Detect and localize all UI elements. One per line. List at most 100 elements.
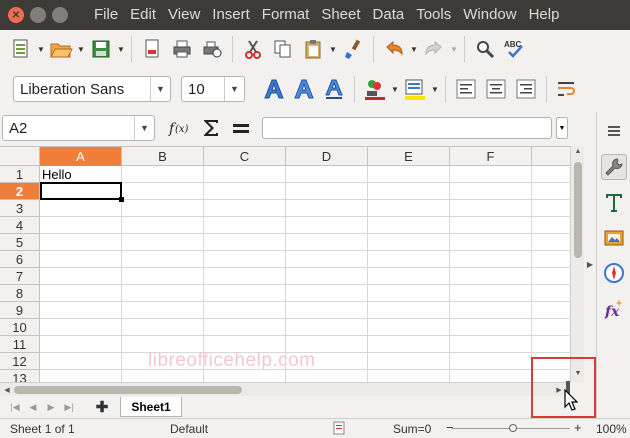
font-name-box[interactable]: Liberation Sans ▼ (13, 76, 171, 102)
next-sheet-button[interactable]: ▶ (42, 398, 60, 416)
horizontal-scroll-thumb[interactable] (14, 386, 242, 394)
row-header-12[interactable]: 12 (0, 353, 40, 370)
menu-data[interactable]: Data (367, 0, 411, 30)
bold-button[interactable] (260, 75, 288, 103)
menu-sheet[interactable]: Sheet (315, 0, 366, 30)
chevron-down-icon[interactable]: ▼ (134, 116, 154, 140)
menu-help[interactable]: Help (523, 0, 566, 30)
sum-readout[interactable]: Sum=0 (393, 422, 431, 436)
menu-view[interactable]: View (162, 0, 206, 30)
print-preview-button[interactable] (198, 35, 226, 63)
sidebar-properties-button[interactable] (601, 154, 627, 180)
row-header-9[interactable]: 9 (0, 302, 40, 319)
vertical-scrollbar[interactable]: ▲ ▼ (570, 146, 584, 382)
sheet-tab[interactable]: Sheet1 (120, 397, 182, 417)
select-all-corner[interactable] (0, 147, 40, 166)
row-header-5[interactable]: 5 (0, 234, 40, 251)
column-header-a[interactable]: A (40, 147, 122, 166)
save-dropdown[interactable]: ▼ (116, 35, 126, 63)
autofill-handle[interactable] (119, 197, 124, 202)
sum-button[interactable] (197, 114, 225, 142)
scroll-left-icon[interactable]: ◀ (0, 386, 14, 394)
row-header-8[interactable]: 8 (0, 285, 40, 302)
column-header-e[interactable]: E (368, 147, 450, 166)
column-header-d[interactable]: D (286, 147, 368, 166)
undo-button[interactable] (380, 35, 408, 63)
font-color-button[interactable] (361, 75, 389, 103)
spelling-button[interactable]: ABC (501, 35, 529, 63)
close-window-button[interactable]: ✕ (8, 7, 24, 23)
paste-button[interactable] (299, 35, 327, 63)
previous-sheet-button[interactable]: ◀ (24, 398, 42, 416)
expand-formula-button[interactable]: ▼ (556, 117, 568, 139)
page-style[interactable]: Default (170, 422, 208, 436)
sidebar-collapse-handle[interactable]: ▶ (584, 146, 596, 382)
row-header-1[interactable]: 1 (0, 166, 40, 183)
row-header-13[interactable]: 13 (0, 370, 40, 382)
scroll-up-icon[interactable]: ▲ (571, 148, 585, 155)
undo-dropdown[interactable]: ▼ (409, 35, 419, 63)
align-center-button[interactable] (482, 75, 510, 103)
background-color-button[interactable] (401, 75, 429, 103)
last-sheet-button[interactable]: ▶| (60, 398, 78, 416)
print-button[interactable] (168, 35, 196, 63)
row-header-4[interactable]: 4 (0, 217, 40, 234)
name-box[interactable]: A2 ▼ (2, 115, 155, 141)
align-left-button[interactable] (452, 75, 480, 103)
column-header-partial[interactable] (532, 147, 570, 166)
cell-cursor[interactable] (40, 182, 122, 200)
sidebar-functions-button[interactable]: fx (601, 296, 627, 322)
save-button[interactable] (87, 35, 115, 63)
export-pdf-button[interactable] (138, 35, 166, 63)
redo-button[interactable] (420, 35, 448, 63)
sidebar-menu-button[interactable] (601, 118, 627, 144)
italic-button[interactable] (290, 75, 318, 103)
cell-a1[interactable]: Hello (40, 166, 72, 183)
row-header-6[interactable]: 6 (0, 251, 40, 268)
copy-button[interactable] (269, 35, 297, 63)
zoom-in-icon[interactable]: + (574, 420, 582, 435)
row-header-11[interactable]: 11 (0, 336, 40, 353)
sidebar-styles-button[interactable] (601, 190, 627, 216)
row-header-2[interactable]: 2 (0, 183, 40, 200)
chevron-down-icon[interactable]: ▼ (224, 77, 244, 101)
underline-button[interactable] (320, 75, 348, 103)
chevron-down-icon[interactable]: ▼ (150, 77, 170, 101)
column-header-c[interactable]: C (204, 147, 286, 166)
font-size-box[interactable]: 10 ▼ (181, 76, 245, 102)
vertical-scroll-thumb[interactable] (574, 162, 582, 258)
minimize-window-button[interactable] (30, 7, 46, 23)
column-header-b[interactable]: B (122, 147, 204, 166)
redo-dropdown[interactable]: ▼ (449, 35, 459, 63)
menu-window[interactable]: Window (457, 0, 522, 30)
add-sheet-button[interactable]: ✚ (92, 398, 112, 416)
document-modified-icon[interactable] (333, 421, 345, 438)
zoom-level[interactable]: 100% (596, 422, 627, 436)
first-sheet-button[interactable]: |◀ (6, 398, 24, 416)
open-dropdown[interactable]: ▼ (76, 35, 86, 63)
spreadsheet-grid[interactable]: ABCDEF 1 2 3 4 5 6 7 8 9 10 11 12 13 Hello libreoffi… (0, 146, 570, 382)
background-color-dropdown[interactable]: ▼ (430, 75, 440, 103)
row-header-3[interactable]: 3 (0, 200, 40, 217)
wrap-text-button[interactable] (553, 75, 581, 103)
formula-button[interactable] (227, 114, 255, 142)
menu-file[interactable]: File (88, 0, 124, 30)
find-replace-button[interactable] (471, 35, 499, 63)
row-header-10[interactable]: 10 (0, 319, 40, 336)
formula-input[interactable] (262, 117, 552, 139)
new-document-button[interactable] (7, 35, 35, 63)
row-header-7[interactable]: 7 (0, 268, 40, 285)
sidebar-gallery-button[interactable] (601, 224, 627, 250)
align-right-button[interactable] (512, 75, 540, 103)
zoom-slider-knob[interactable] (509, 424, 517, 432)
new-dropdown[interactable]: ▼ (36, 35, 46, 63)
sidebar-navigator-button[interactable] (601, 260, 627, 286)
maximize-window-button[interactable] (52, 7, 68, 23)
open-button[interactable] (47, 35, 75, 63)
column-header-f[interactable]: F (450, 147, 532, 166)
function-wizard-button[interactable]: f (x) (167, 114, 195, 142)
menu-edit[interactable]: Edit (124, 0, 162, 30)
cut-button[interactable] (239, 35, 267, 63)
paste-dropdown[interactable]: ▼ (328, 35, 338, 63)
clone-formatting-button[interactable] (339, 35, 367, 63)
